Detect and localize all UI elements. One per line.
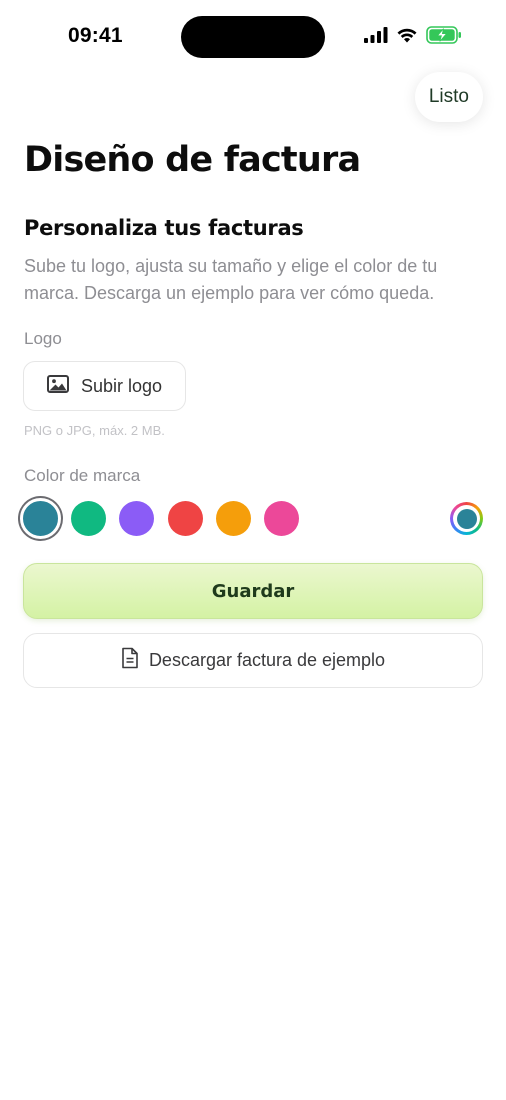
section-description: Sube tu logo, ajusta su tamaño y elige e… (24, 256, 438, 303)
download-sample-invoice-button[interactable]: Descargar factura de ejemplo (23, 633, 483, 688)
color-swatch-pink[interactable] (264, 501, 299, 536)
color-swatch-orange[interactable] (216, 501, 251, 536)
status-time: 09:41 (68, 24, 123, 47)
upload-logo-label: Subir logo (80, 375, 163, 396)
wifi-icon (396, 27, 418, 43)
section-title: Personaliza tus facturas (24, 216, 304, 240)
download-sample-label: Descargar factura de ejemplo (148, 650, 386, 670)
page-title: Diseño de factura (24, 140, 361, 180)
upload-logo-button[interactable]: Subir logo (23, 361, 186, 411)
color-picker-icon[interactable] (450, 502, 483, 535)
cellular-signal-icon (364, 27, 388, 43)
color-swatch-red[interactable] (168, 501, 203, 536)
done-button[interactable]: Listo (414, 72, 483, 122)
color-swatch-purple[interactable] (119, 501, 154, 536)
image-icon (46, 374, 69, 398)
battery-charging-icon (426, 26, 462, 44)
save-button[interactable]: Guardar (23, 563, 483, 619)
status-bar: 09:41 (0, 0, 506, 76)
logo-label: Logo (24, 329, 62, 348)
color-swatch-green[interactable] (71, 501, 106, 536)
document-icon (121, 647, 139, 674)
color-picker-ring (453, 505, 480, 532)
color-swatch-teal[interactable] (20, 498, 61, 539)
brand-color-label: Color de marca (24, 466, 141, 485)
dynamic-island (181, 16, 325, 58)
upload-hint: PNG o JPG, máx. 2 MB. (24, 423, 165, 438)
status-icons (364, 26, 462, 44)
custom-color-dot (456, 508, 477, 529)
